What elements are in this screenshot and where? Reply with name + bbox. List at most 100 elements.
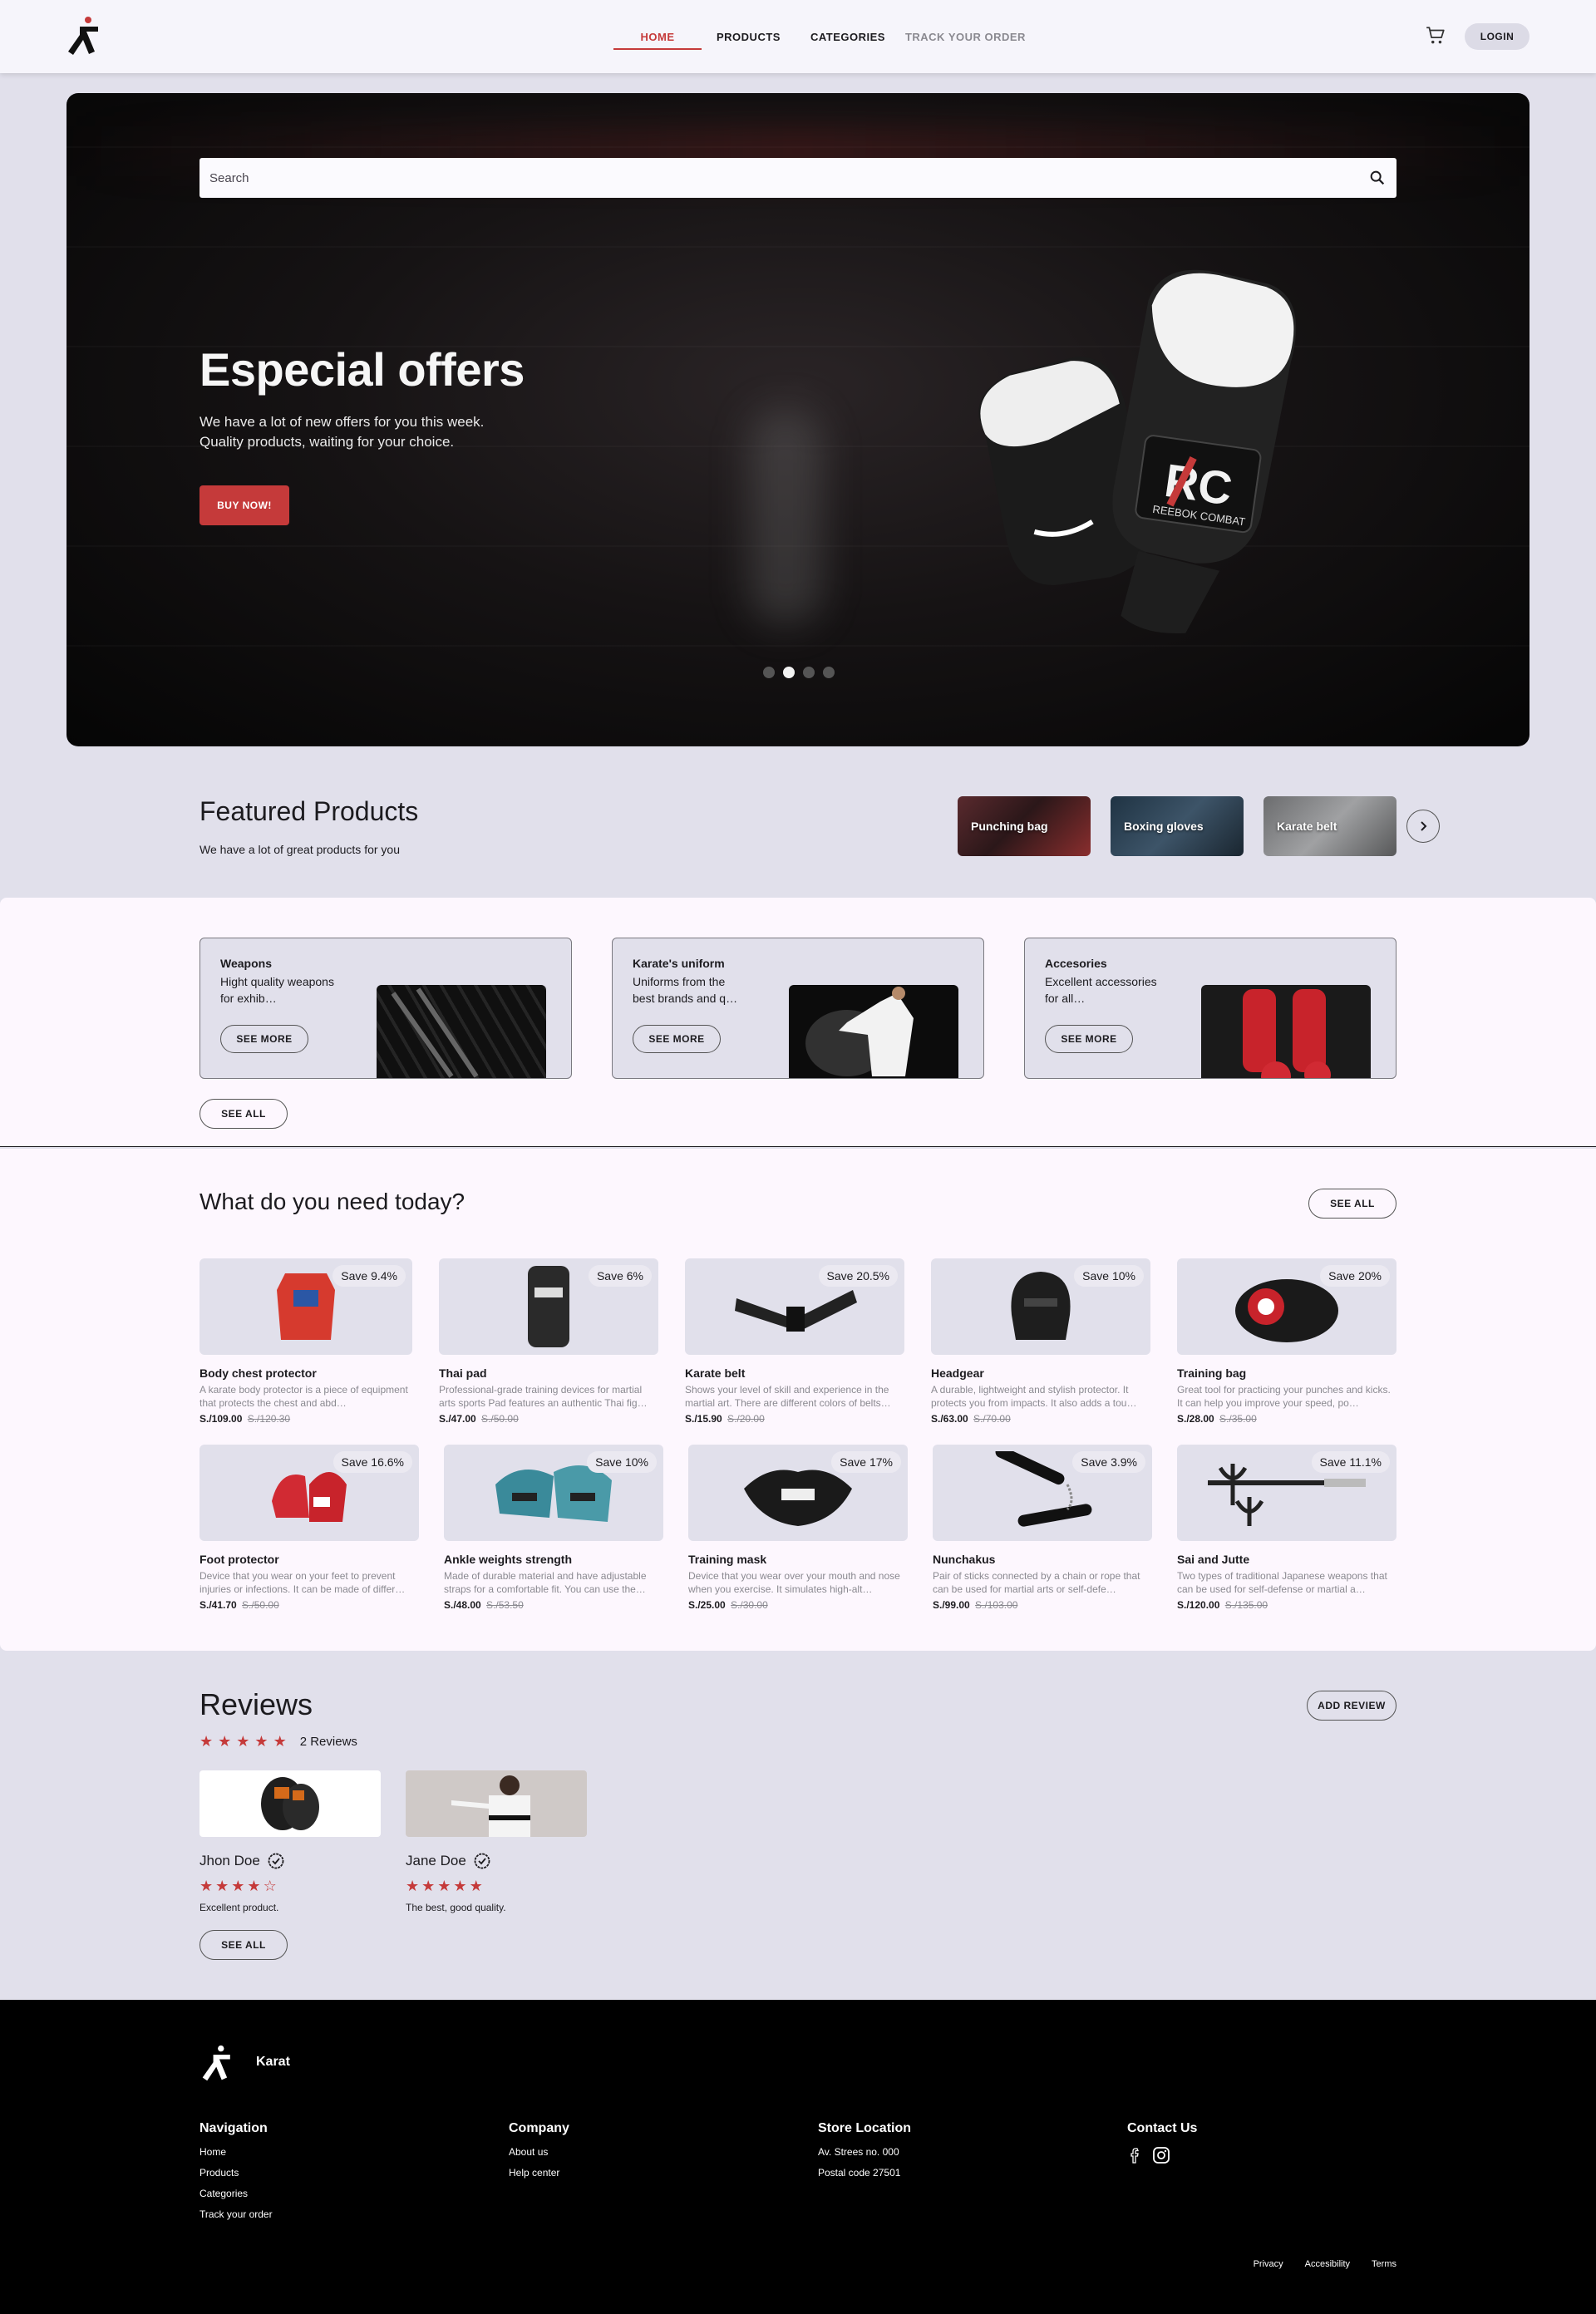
boxing-gloves-image: RC REEBOK COMBAT	[978, 269, 1297, 634]
review-rating: ★ ★ ★ ★ ★	[406, 1878, 587, 1893]
nav-home[interactable]: HOME	[613, 0, 702, 73]
footer-heading: Store Location	[818, 2121, 912, 2135]
review-text: The best, good quality.	[406, 1902, 506, 1913]
carousel-dot[interactable]	[763, 667, 775, 678]
product-old-price: S./50.00	[242, 1599, 279, 1611]
nav-products[interactable]: PRODUCTS	[702, 0, 796, 73]
product-card[interactable]: Save 11.1% Sai and Jutte Two types of trad…	[1177, 1445, 1396, 1611]
star-icon: ★	[406, 1878, 420, 1894]
product-card[interactable]: Save 9.4% Body chest protector A karate bo…	[200, 1258, 412, 1425]
product-old-price: S./50.00	[481, 1413, 519, 1425]
product-price-row: S./99.00 S./103.00	[933, 1599, 1152, 1611]
facebook-icon[interactable]	[1127, 2146, 1144, 2164]
product-price-row: S./63.00 S./70.00	[931, 1413, 1150, 1425]
category-name: Weapons	[220, 957, 272, 970]
footer-link-about[interactable]: About us	[509, 2146, 569, 2158]
footer-heading: Navigation	[200, 2121, 268, 2135]
product-image: Save 20%	[1177, 1258, 1396, 1355]
product-card[interactable]: Save 20.5% Karate belt Shows your level of…	[685, 1258, 904, 1425]
products-see-all-button[interactable]: SEE ALL	[1308, 1189, 1396, 1219]
product-price: S./25.00	[688, 1599, 726, 1611]
hero-background-bag	[748, 409, 823, 625]
product-price-row: S./48.00 S./53.50	[444, 1599, 663, 1611]
carousel-dot-active[interactable]	[783, 667, 795, 678]
star-icon: ★	[437, 1878, 451, 1894]
discount-badge: Save 3.9%	[1072, 1451, 1145, 1473]
category-name: Accesories	[1045, 957, 1107, 970]
discount-badge: Save 11.1%	[1311, 1451, 1390, 1473]
product-image: Save 6%	[439, 1258, 658, 1355]
add-review-button[interactable]: ADD REVIEW	[1307, 1691, 1396, 1721]
logo-icon[interactable]	[65, 15, 106, 58]
accesibility-link[interactable]: Accesibility	[1305, 2259, 1350, 2269]
product-price-row: S./25.00 S./30.00	[688, 1599, 908, 1611]
product-description: A durable, lightweight and stylish prote…	[931, 1384, 1137, 1409]
product-description: Two types of traditional Japanese weapon…	[1177, 1570, 1387, 1595]
products-section: What do you need today? SEE ALL Save 9.4…	[0, 1149, 1596, 1651]
product-image: Save 10%	[444, 1445, 663, 1541]
carousel-dot[interactable]	[823, 667, 835, 678]
featured-chip-karate-belt[interactable]: Karate belt	[1264, 796, 1396, 856]
instagram-icon[interactable]	[1152, 2146, 1170, 2164]
footer-link-products[interactable]: Products	[200, 2167, 273, 2179]
product-card[interactable]: Save 10% Headgear A durable, lightweight a…	[931, 1258, 1150, 1425]
product-image: Save 20.5%	[685, 1258, 904, 1355]
reviews-see-all-button[interactable]: SEE ALL	[200, 1930, 288, 1960]
product-image: Save 11.1%	[1177, 1445, 1396, 1541]
product-name: Sai and Jutte	[1177, 1553, 1250, 1566]
hero-text-line-2: Quality products, waiting for your choic…	[200, 434, 455, 450]
product-card[interactable]: Save 17% Training mask Device that you wea…	[688, 1445, 908, 1611]
product-description: Pair of sticks connected by a chain or r…	[933, 1570, 1140, 1595]
see-more-button[interactable]: SEE MORE	[633, 1025, 721, 1053]
star-icon: ★	[218, 1733, 232, 1750]
star-icon: ★	[453, 1878, 467, 1894]
privacy-link[interactable]: Privacy	[1254, 2259, 1283, 2269]
review-image	[406, 1770, 587, 1837]
product-name: Nunchakus	[933, 1553, 996, 1566]
nav-categories[interactable]: CATEGORIES	[796, 0, 900, 73]
reviewer-name-text: Jhon Doe	[200, 1853, 260, 1868]
product-price: S./109.00	[200, 1413, 243, 1425]
login-button[interactable]: LOGIN	[1465, 23, 1530, 50]
product-old-price: S./35.00	[1219, 1413, 1257, 1425]
product-card[interactable]: Save 10% Ankle weights strength Made of du…	[444, 1445, 663, 1611]
hero-title: Especial offers	[200, 343, 525, 396]
product-price-row: S./47.00 S./50.00	[439, 1413, 658, 1425]
buy-now-button[interactable]: BUY NOW!	[200, 485, 289, 525]
search-icon[interactable]	[1368, 169, 1387, 187]
footer-contact: Contact Us	[1127, 2121, 1197, 2164]
reviewer-name: Jane Doe	[406, 1852, 587, 1870]
category-name: Karate's uniform	[633, 957, 725, 970]
chips-next-button[interactable]	[1406, 810, 1440, 843]
main-nav: HOME PRODUCTS CATEGORIES TRACK YOUR ORDE…	[613, 0, 1041, 73]
carousel-dot[interactable]	[803, 667, 815, 678]
category-card-uniform[interactable]: Karate's uniform Uniforms from the best …	[612, 938, 984, 1079]
search-input[interactable]	[209, 170, 1368, 185]
footer-link-categories[interactable]: Categories	[200, 2188, 273, 2199]
featured-chip-boxing-gloves[interactable]: Boxing gloves	[1111, 796, 1244, 856]
category-desc: Excellent accessories for all…	[1045, 975, 1157, 1005]
category-card-accesories[interactable]: Accesories Excellent accessories for all…	[1024, 938, 1396, 1079]
footer-logo-icon[interactable]	[200, 2043, 238, 2085]
terms-link[interactable]: Terms	[1372, 2259, 1396, 2269]
cart-icon[interactable]	[1425, 25, 1446, 47]
featured-subtitle: We have a lot of great products for you	[200, 843, 400, 856]
footer-navigation: Navigation Home Products Categories Trac…	[200, 2121, 273, 2229]
nav-track-order[interactable]: TRACK YOUR ORDER	[900, 0, 1041, 73]
footer-link-help[interactable]: Help center	[509, 2167, 569, 2179]
product-card[interactable]: Save 20% Training bag Great tool for pract…	[1177, 1258, 1396, 1425]
see-more-button[interactable]: SEE MORE	[1045, 1025, 1133, 1053]
product-card[interactable]: Save 16.6% Foot protector Device that you …	[200, 1445, 419, 1611]
category-card-weapons[interactable]: Weapons Hight quality weapons for exhib……	[200, 938, 572, 1079]
featured-chip-punching-bag[interactable]: Punching bag	[958, 796, 1091, 856]
categories-see-all-button[interactable]: SEE ALL	[200, 1099, 288, 1129]
product-card[interactable]: Save 3.9% Nunchakus Pair of sticks connect…	[933, 1445, 1152, 1611]
star-icon: ★	[273, 1733, 287, 1750]
product-image: Save 16.6%	[200, 1445, 419, 1541]
category-desc: Hight quality weapons for exhib…	[220, 975, 334, 1005]
product-old-price: S./53.50	[486, 1599, 524, 1611]
footer-link-track-order[interactable]: Track your order	[200, 2208, 273, 2220]
see-more-button[interactable]: SEE MORE	[220, 1025, 308, 1053]
product-card[interactable]: Save 6% Thai pad Professional-grade traini…	[439, 1258, 658, 1425]
footer-link-home[interactable]: Home	[200, 2146, 273, 2158]
